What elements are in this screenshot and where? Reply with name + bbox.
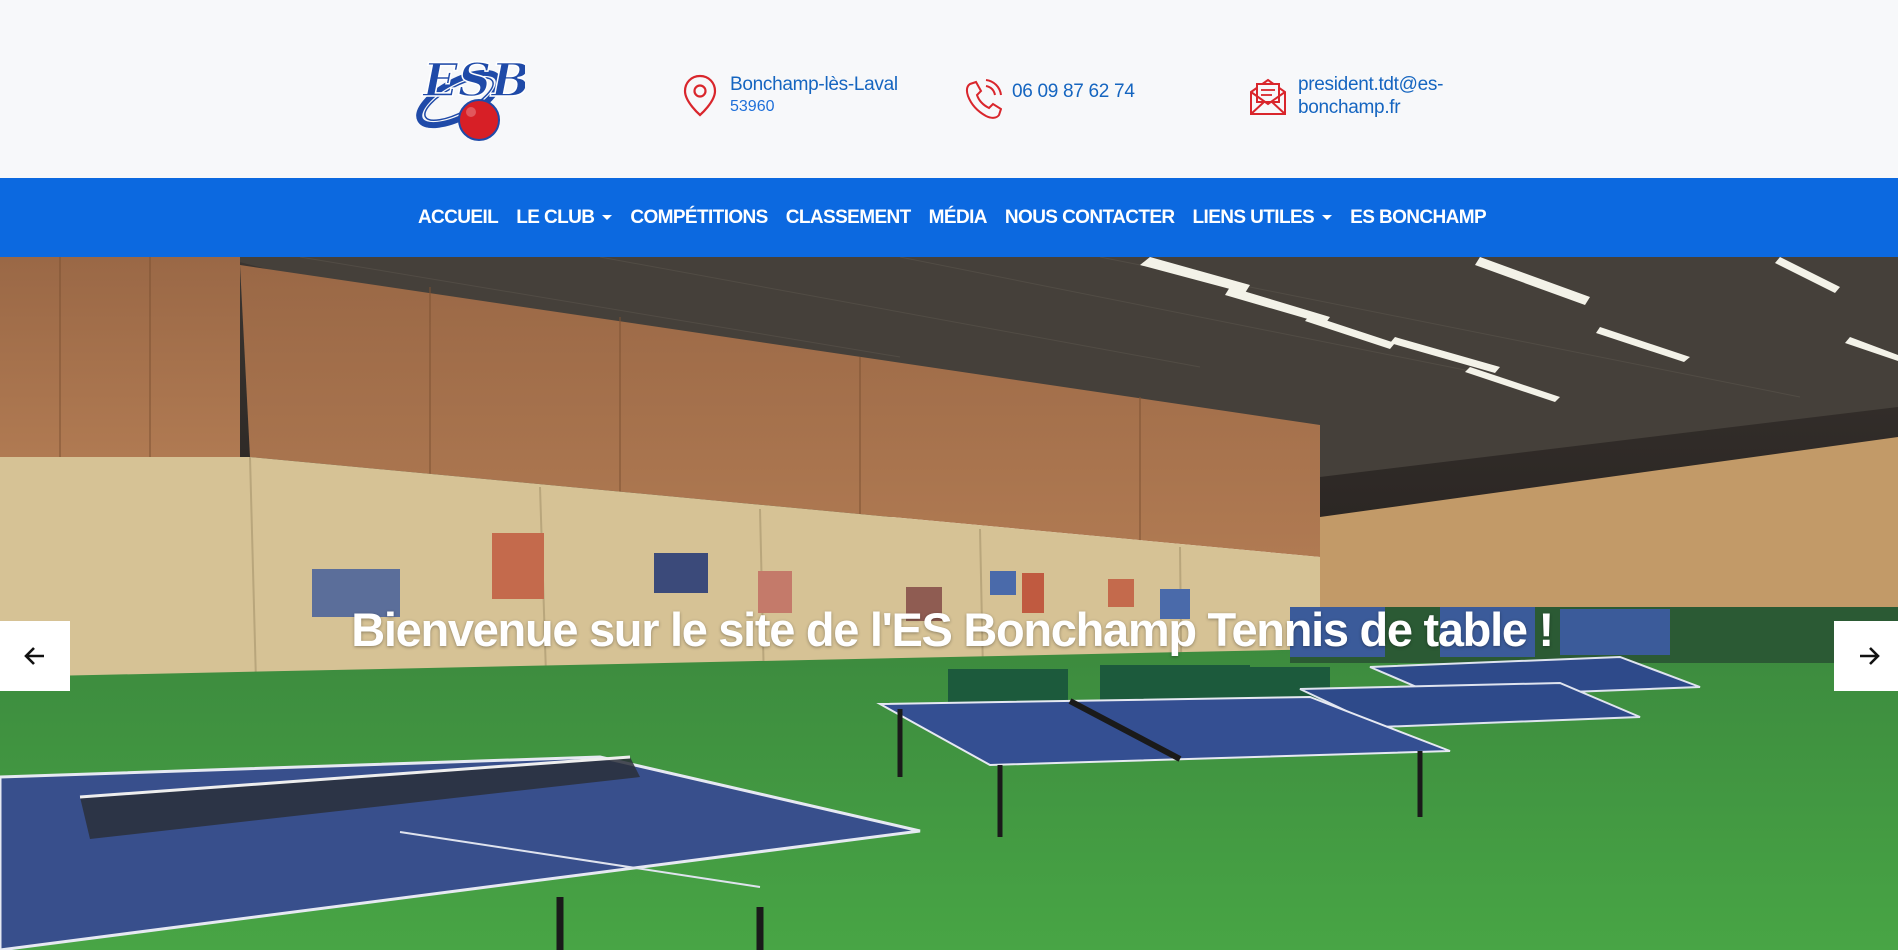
- site-header: ESB Bonchamp-lès-Laval 53960 06 09 87 62…: [0, 0, 1898, 178]
- address-postcode: 53960: [730, 98, 775, 115]
- arrow-left-icon: [24, 647, 44, 665]
- nav-item-label: ES BONCHAMP: [1350, 206, 1487, 228]
- nav-item-label: ACCUEIL: [417, 206, 499, 228]
- site-logo[interactable]: ESB: [409, 46, 531, 146]
- address-city[interactable]: Bonchamp-lès-Laval: [730, 73, 898, 96]
- slider-prev-button[interactable]: [0, 621, 70, 691]
- nav-item-media[interactable]: MÉDIA: [928, 206, 988, 229]
- caret-down-icon: [1322, 215, 1333, 220]
- hero-slider: Bienvenue sur le site de l'ES Bonchamp T…: [0, 257, 1898, 950]
- main-navigation: ACCUEIL LE CLUB COMPÉTITIONS CLASSEMENT …: [0, 178, 1898, 257]
- svg-text:ESB: ESB: [421, 53, 525, 107]
- address-block: Bonchamp-lès-Laval 53960: [680, 73, 898, 119]
- nav-menu: ACCUEIL LE CLUB COMPÉTITIONS CLASSEMENT …: [409, 207, 1495, 229]
- envelope-icon: [1250, 78, 1286, 115]
- nav-item-nous-contacter[interactable]: NOUS CONTACTER: [1005, 207, 1175, 229]
- slider-next-button[interactable]: [1834, 621, 1898, 691]
- nav-item-label: NOUS CONTACTER: [1004, 206, 1175, 228]
- map-pin-icon: [683, 74, 717, 117]
- nav-item-label: MÉDIA: [928, 206, 988, 228]
- nav-item-liens-utiles[interactable]: LIENS UTILES: [1193, 207, 1333, 229]
- nav-item-le-club[interactable]: LE CLUB: [516, 206, 613, 229]
- phone-block: 06 09 87 62 74: [962, 76, 1135, 122]
- nav-item-label: COMPÉTITIONS: [630, 206, 768, 228]
- esb-logo-image: ESB: [416, 52, 531, 141]
- phone-icon: [965, 79, 1002, 119]
- nav-item-label: LE CLUB: [516, 206, 595, 228]
- nav-item-classement[interactable]: CLASSEMENT: [785, 206, 912, 229]
- nav-item-label: LIENS UTILES: [1192, 206, 1315, 228]
- hero-title: Bienvenue sur le site de l'ES Bonchamp T…: [351, 603, 1554, 656]
- nav-item-accueil[interactable]: ACCUEIL: [417, 206, 499, 229]
- nav-item-competitions[interactable]: COMPÉTITIONS: [630, 206, 768, 229]
- nav-item-es-bonchamp[interactable]: ES BONCHAMP: [1350, 206, 1487, 229]
- caret-down-icon: [602, 215, 613, 220]
- email-address-line2[interactable]: bonchamp.fr: [1298, 96, 1443, 119]
- nav-item-label: CLASSEMENT: [785, 206, 912, 228]
- email-block: president.tdt@es- bonchamp.fr: [1248, 73, 1443, 119]
- phone-number[interactable]: 06 09 87 62 74: [1012, 80, 1135, 103]
- email-address-line1[interactable]: president.tdt@es-: [1298, 73, 1443, 96]
- arrow-right-icon: [1860, 647, 1880, 665]
